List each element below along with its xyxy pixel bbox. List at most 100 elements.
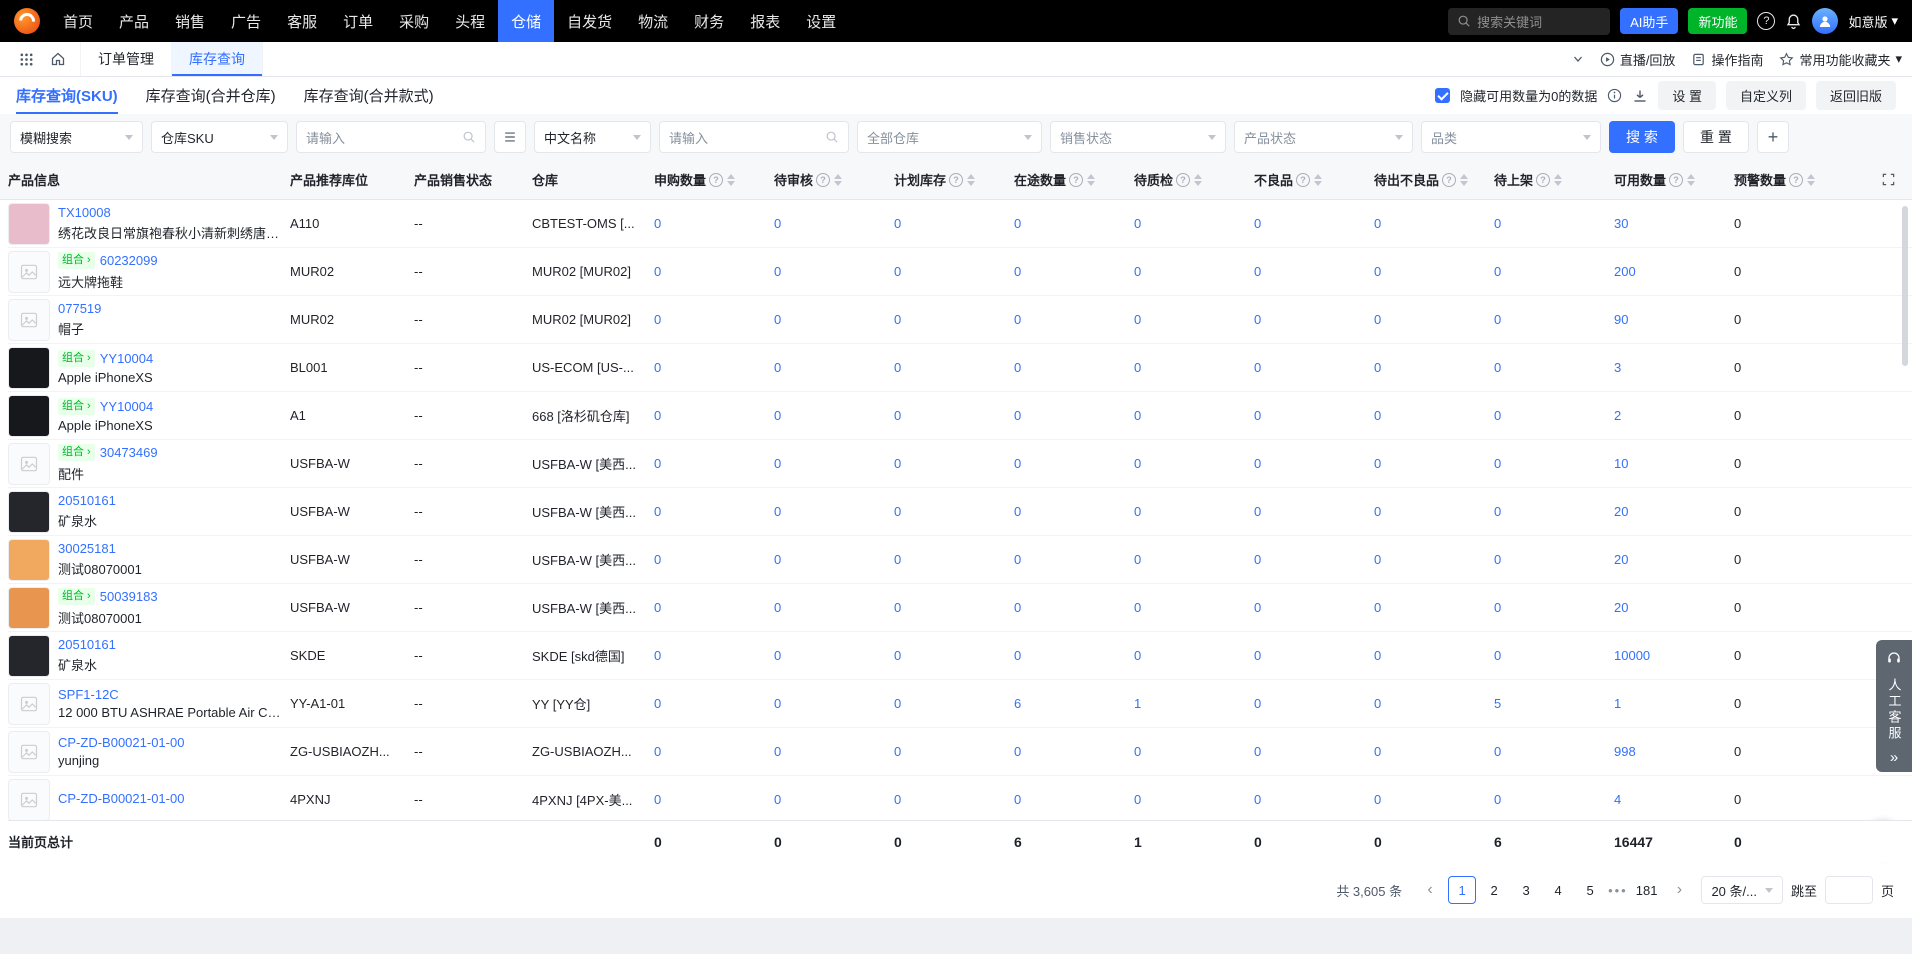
- cell-quantity[interactable]: 0: [1374, 552, 1494, 567]
- workspace-tab[interactable]: 订单管理: [81, 42, 172, 76]
- cell-quantity[interactable]: 10: [1614, 456, 1734, 471]
- cell-quantity[interactable]: 1: [1134, 696, 1254, 711]
- tab-list-chevron-icon[interactable]: [1572, 53, 1584, 65]
- cell-quantity[interactable]: 0: [1254, 408, 1374, 423]
- name-field-select[interactable]: 中文名称: [534, 121, 651, 153]
- cell-quantity[interactable]: 0: [894, 216, 1014, 231]
- column-header[interactable]: 申购数量?: [654, 170, 774, 189]
- category-select[interactable]: 品类: [1421, 121, 1601, 153]
- nav-item[interactable]: 订单: [330, 0, 386, 42]
- nav-item[interactable]: 仓储: [498, 0, 554, 42]
- page-button[interactable]: 2: [1480, 876, 1508, 904]
- cell-quantity[interactable]: 0: [1494, 552, 1614, 567]
- cell-quantity[interactable]: 0: [1134, 216, 1254, 231]
- product-image[interactable]: [8, 587, 50, 629]
- cell-quantity[interactable]: 0: [1254, 552, 1374, 567]
- inventory-view-tab[interactable]: 库存查询(合并仓库): [146, 77, 276, 114]
- global-search-input[interactable]: 搜索关键词: [1448, 8, 1610, 35]
- cell-quantity[interactable]: 0: [1014, 744, 1134, 759]
- cell-quantity[interactable]: 0: [1254, 216, 1374, 231]
- cell-quantity[interactable]: 0: [654, 360, 774, 375]
- page-button[interactable]: 1: [1448, 876, 1476, 904]
- column-header[interactable]: 不良品?: [1254, 170, 1374, 189]
- column-header[interactable]: 计划库存?: [894, 170, 1014, 189]
- product-sku-link[interactable]: 20510161: [58, 493, 116, 508]
- customer-service-button[interactable]: 人工客服: [1876, 640, 1912, 752]
- operation-guide-link[interactable]: 操作指南: [1691, 50, 1763, 69]
- cell-quantity[interactable]: 0: [1134, 264, 1254, 279]
- cell-quantity[interactable]: 0: [1014, 552, 1134, 567]
- sort-icon[interactable]: [1554, 174, 1562, 186]
- cell-quantity[interactable]: 0: [1494, 504, 1614, 519]
- cell-quantity[interactable]: 0: [774, 744, 894, 759]
- product-sku-link[interactable]: YY10004: [100, 351, 154, 366]
- bell-icon[interactable]: [1785, 13, 1802, 30]
- cell-quantity[interactable]: 0: [774, 696, 894, 711]
- expand-table-icon[interactable]: [1881, 172, 1896, 192]
- sku-field-select[interactable]: 仓库SKU: [151, 121, 288, 153]
- cell-quantity[interactable]: 200: [1614, 264, 1734, 279]
- cell-quantity[interactable]: 998: [1614, 744, 1734, 759]
- cell-quantity[interactable]: 0: [1134, 408, 1254, 423]
- cell-quantity[interactable]: 0: [1494, 312, 1614, 327]
- home-icon[interactable]: [42, 42, 74, 76]
- sort-icon[interactable]: [1314, 174, 1322, 186]
- product-image[interactable]: [8, 491, 50, 533]
- sort-icon[interactable]: [834, 174, 842, 186]
- product-sku-link[interactable]: 077519: [58, 301, 101, 316]
- cell-quantity[interactable]: 0: [654, 408, 774, 423]
- product-sku-link[interactable]: 50039183: [100, 589, 158, 604]
- sort-icon[interactable]: [1687, 174, 1695, 186]
- combo-tag[interactable]: 组合 ›: [58, 444, 95, 461]
- cell-quantity[interactable]: 0: [654, 744, 774, 759]
- cell-quantity[interactable]: 0: [1254, 648, 1374, 663]
- page-button[interactable]: 5: [1576, 876, 1604, 904]
- cell-quantity[interactable]: 6: [1014, 696, 1134, 711]
- cell-quantity[interactable]: 0: [1014, 408, 1134, 423]
- cell-quantity[interactable]: 0: [1374, 264, 1494, 279]
- cell-quantity[interactable]: 0: [894, 792, 1014, 807]
- cell-quantity[interactable]: 0: [1134, 744, 1254, 759]
- legacy-version-button[interactable]: 返回旧版: [1816, 81, 1896, 110]
- settings-button[interactable]: 设 置: [1658, 81, 1716, 110]
- sales-status-select[interactable]: 销售状态: [1050, 121, 1226, 153]
- cell-quantity[interactable]: 0: [654, 600, 774, 615]
- cell-quantity[interactable]: 0: [774, 360, 894, 375]
- cell-quantity[interactable]: 0: [1014, 456, 1134, 471]
- product-sku-link[interactable]: TX10008: [58, 205, 111, 220]
- product-image[interactable]: [8, 635, 50, 677]
- product-sku-link[interactable]: CP-ZD-B00021-01-00: [58, 735, 184, 750]
- product-image[interactable]: [8, 395, 50, 437]
- batch-search-button[interactable]: [494, 121, 526, 153]
- cell-quantity[interactable]: 0: [1014, 216, 1134, 231]
- cell-quantity[interactable]: 0: [894, 696, 1014, 711]
- cell-quantity[interactable]: 0: [774, 600, 894, 615]
- product-sku-link[interactable]: 60232099: [100, 253, 158, 268]
- fuzzy-search-select[interactable]: 模糊搜索: [10, 121, 143, 153]
- cell-quantity[interactable]: 0: [654, 216, 774, 231]
- cell-quantity[interactable]: 0: [894, 648, 1014, 663]
- product-image[interactable]: [8, 731, 50, 773]
- help-icon[interactable]: ?: [709, 173, 723, 187]
- column-header[interactable]: 待出不良品?: [1374, 170, 1494, 189]
- cell-quantity[interactable]: 0: [894, 504, 1014, 519]
- nav-item[interactable]: 首页: [50, 0, 106, 42]
- column-header[interactable]: 可用数量?: [1614, 170, 1734, 189]
- product-image[interactable]: [8, 251, 50, 293]
- combo-tag[interactable]: 组合 ›: [58, 398, 95, 415]
- cell-quantity[interactable]: 0: [1254, 600, 1374, 615]
- cell-quantity[interactable]: 0: [1254, 264, 1374, 279]
- info-circle-icon[interactable]: [1607, 88, 1622, 103]
- cell-quantity[interactable]: 0: [774, 792, 894, 807]
- column-header[interactable]: 待审核?: [774, 170, 894, 189]
- cell-quantity[interactable]: 0: [1014, 504, 1134, 519]
- prev-page-button[interactable]: ‹: [1416, 876, 1444, 904]
- version-switcher[interactable]: 如意版 ▾: [1848, 12, 1898, 31]
- vertical-scrollbar[interactable]: [1902, 206, 1908, 366]
- cell-quantity[interactable]: 0: [654, 264, 774, 279]
- cell-quantity[interactable]: 0: [1374, 456, 1494, 471]
- cell-quantity[interactable]: 0: [774, 408, 894, 423]
- nav-item[interactable]: 广告: [218, 0, 274, 42]
- cell-quantity[interactable]: 0: [1494, 216, 1614, 231]
- cell-quantity[interactable]: 0: [1014, 264, 1134, 279]
